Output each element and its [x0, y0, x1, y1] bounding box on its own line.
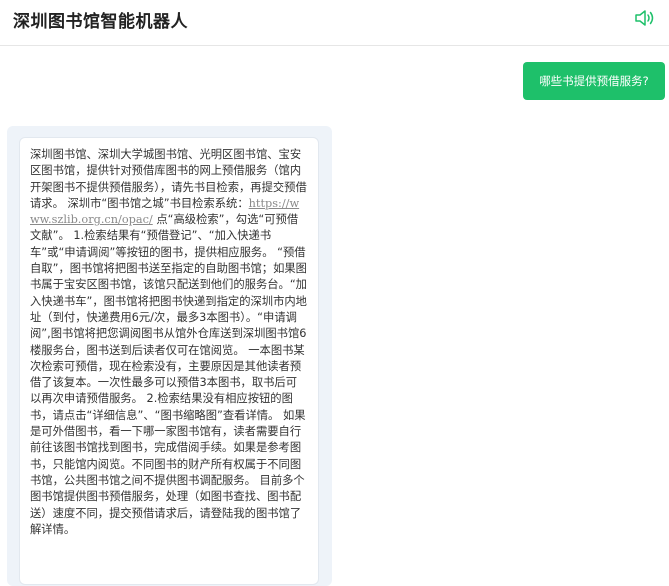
answer-part-2: 点“高级检索”，勾选“可预借文献”。 1.检索结果有“预借登记”、“加入快递书车…	[30, 213, 307, 536]
bot-answer-text: 深圳图书馆、深圳大学城图书馆、光明区图书馆、宝安区图书馆，提供针对预借库图书的网…	[30, 147, 308, 538]
app-header: 深圳图书馆智能机器人	[0, 0, 669, 46]
bot-message-bubble: 深圳图书馆、深圳大学城图书馆、光明区图书馆、宝安区图书馆，提供针对预借库图书的网…	[19, 137, 319, 585]
user-message-bubble: 哪些书提供预借服务?	[523, 62, 665, 100]
page-title: 深圳图书馆智能机器人	[13, 12, 188, 32]
bot-message-container: 深圳图书馆、深圳大学城图书馆、光明区图书馆、宝安区图书馆，提供针对预借库图书的网…	[7, 126, 332, 586]
speaker-icon[interactable]	[634, 8, 658, 28]
speaker-icon-graphic	[635, 10, 654, 26]
